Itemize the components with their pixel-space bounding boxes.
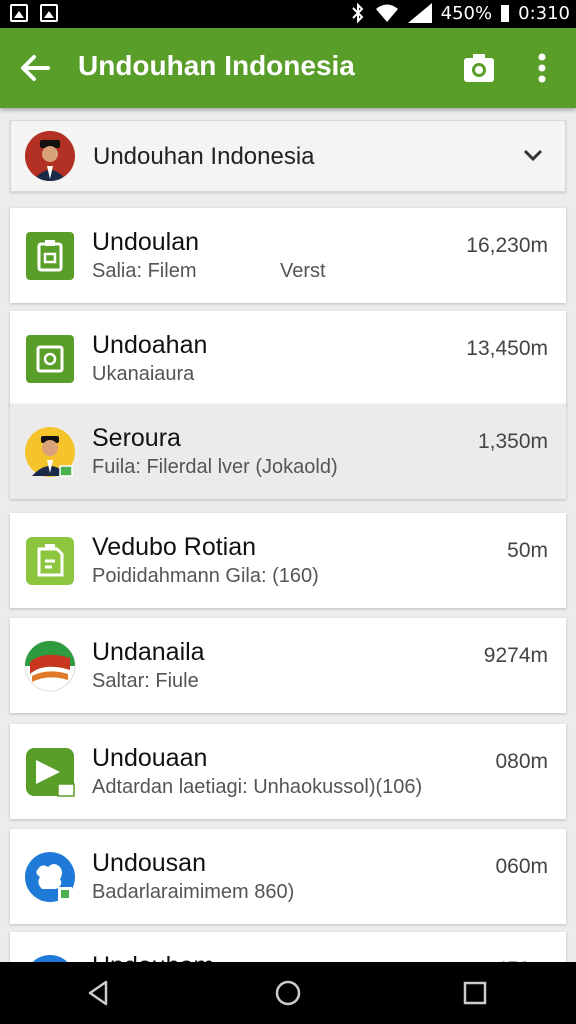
blue-puzzle-icon — [25, 852, 75, 902]
signal-icon — [407, 3, 432, 23]
item-title: Vedubo Rotian — [92, 533, 257, 561]
item-subtitle: Salia: Filem — [92, 260, 197, 282]
item-subtitle: Ukanaiaura — [92, 363, 195, 385]
item-size: 13,450m — [466, 337, 548, 360]
home-icon[interactable] — [273, 978, 303, 1008]
chevron-down-icon[interactable] — [521, 145, 545, 169]
item-subtitle: Poididahmann Gila: (160) — [92, 565, 319, 587]
battery-text: 450% — [440, 2, 493, 24]
navigation-bar — [0, 962, 576, 1024]
list-item[interactable]: Undoahan Ukanaiaura 13,450m — [10, 311, 566, 406]
list-item[interactable]: Undanaila Saltar: Fiule 9274m — [10, 618, 566, 713]
item-size: 16,230m — [466, 234, 548, 257]
item-size: 50m — [507, 539, 548, 562]
item-title: Undoahan — [92, 331, 208, 359]
item-size: 9274m — [483, 644, 548, 667]
item-size: 060m — [495, 855, 548, 878]
image-notification-icon — [10, 4, 28, 22]
list-item[interactable]: Undouaan Adtardan laetiagi: Unhaokussol)… — [10, 724, 566, 819]
item-subtitle: Fuila: Filerdal lver (Jokaold) — [92, 456, 338, 478]
source-title: Undouhan Indonesia — [93, 143, 315, 170]
avatar — [25, 131, 75, 181]
item-extra: Verst — [280, 260, 326, 282]
gallery-notification-icon — [40, 4, 58, 22]
item-subtitle: Badarlaraimimem 860) — [92, 881, 295, 903]
list-item[interactable]: Undousan Badarlaraimimem 860) 060m — [10, 829, 566, 924]
source-selector[interactable]: Undouhan Indonesia — [10, 120, 566, 192]
item-title: Undousan — [92, 849, 206, 877]
status-bar: 450% 0:310 — [0, 0, 576, 28]
wifi-icon — [375, 4, 398, 22]
item-title: Undoulan — [92, 228, 200, 256]
app-bar-title: Undouhan Indonesia — [78, 50, 355, 81]
list-item[interactable]: Seroura Fuila: Filerdal lver (Jokaold) 1… — [10, 404, 566, 499]
back-arrow-icon[interactable] — [18, 52, 54, 84]
item-subtitle: Saltar: Fiule — [92, 670, 199, 692]
camera-icon[interactable] — [462, 52, 496, 84]
app-bar: Undouhan Indonesia — [0, 28, 576, 108]
bluetooth-off-icon — [351, 3, 364, 23]
list-item[interactable]: Vedubo Rotian Poididahmann Gila: (160) 5… — [10, 513, 566, 608]
item-subtitle: Adtardan laetiagi: Unhaokussol)(106) — [92, 776, 423, 798]
clock-text: 0:310 — [518, 2, 570, 24]
back-icon[interactable] — [84, 978, 114, 1008]
item-title: Undouaan — [92, 744, 208, 772]
person-avatar-icon — [25, 427, 75, 477]
flag-icon — [24, 640, 76, 692]
lime-clipboard-icon — [26, 537, 74, 585]
item-title: Undanaila — [92, 638, 205, 666]
item-size: 1,350m — [477, 430, 548, 453]
list-item[interactable]: Undoulan Salia: Filem Verst 16,230m — [10, 208, 566, 303]
item-title: Seroura — [92, 424, 181, 452]
green-play-icon — [26, 748, 75, 797]
more-vert-icon[interactable] — [530, 52, 554, 84]
battery-icon — [501, 5, 510, 22]
green-download-icon — [26, 335, 74, 383]
item-size: 080m — [495, 750, 548, 773]
green-clipboard-icon — [26, 232, 74, 280]
recents-icon[interactable] — [460, 978, 490, 1008]
